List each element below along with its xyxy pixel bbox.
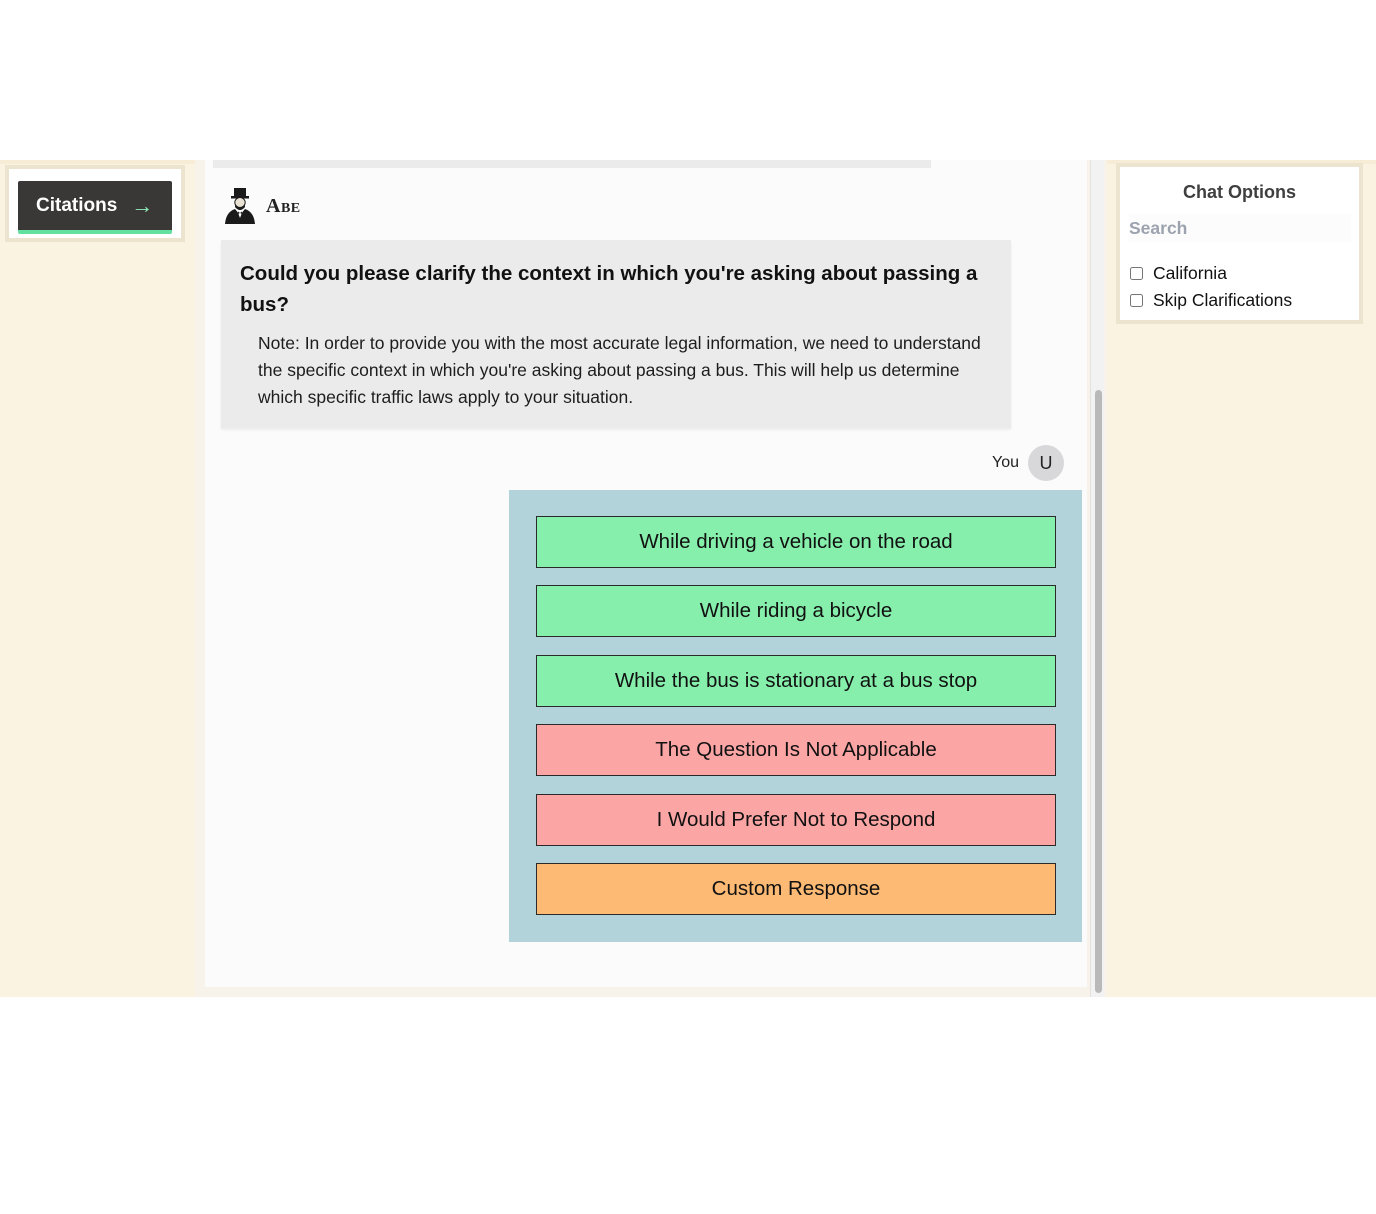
chat-scrollbar-thumb[interactable] [1095, 390, 1102, 993]
skip-clarifications-option[interactable]: Skip Clarifications [1130, 290, 1292, 311]
arrow-right-icon: → [131, 192, 154, 218]
california-checkbox[interactable] [1130, 267, 1143, 280]
user-label: You [992, 454, 1019, 471]
bot-note: Note: In order to provide you with the m… [258, 333, 981, 407]
chat-messages[interactable]: Abe Could you please clarify the context… [205, 160, 1087, 987]
chat-column: Abe Could you please clarify the context… [195, 160, 1107, 997]
california-label: California [1153, 263, 1227, 283]
app-root: Citations → Abe Could you please clarify… [0, 160, 1376, 997]
bot-name: Abe [266, 194, 301, 217]
response-options: While driving a vehicle on the road Whil… [509, 490, 1082, 942]
option-custom-response-button[interactable]: Custom Response [536, 862, 1056, 915]
chat-options-panel: Chat Options California Skip Clarificati… [1116, 163, 1363, 324]
option-bus-stationary-button[interactable]: While the bus is stationary at a bus sto… [536, 654, 1056, 707]
chat-options-title: Chat Options [1183, 182, 1296, 202]
skip-clarifications-label: Skip Clarifications [1153, 290, 1293, 310]
option-driving-vehicle-button[interactable]: While driving a vehicle on the road [536, 516, 1056, 568]
citations-button[interactable]: Citations → [18, 181, 172, 234]
lincoln-portrait-icon [225, 188, 255, 224]
search-input[interactable] [1129, 214, 1351, 242]
bot-header: Abe [223, 186, 301, 226]
option-prefer-not-respond-button[interactable]: I Would Prefer Not to Respond [536, 793, 1056, 846]
skip-clarifications-checkbox[interactable] [1130, 294, 1143, 307]
user-header: You U [992, 445, 1064, 481]
bot-message: Could you please clarify the context in … [221, 240, 1011, 428]
california-option[interactable]: California [1130, 263, 1227, 284]
citations-panel: Citations → [5, 165, 185, 242]
bot-question: Could you please clarify the context in … [240, 262, 978, 316]
user-avatar: U [1028, 445, 1064, 481]
citations-button-label: Citations [36, 194, 118, 216]
previous-message-edge [213, 160, 931, 168]
option-not-applicable-button[interactable]: The Question Is Not Applicable [536, 724, 1056, 777]
option-riding-bicycle-button[interactable]: While riding a bicycle [536, 585, 1056, 638]
